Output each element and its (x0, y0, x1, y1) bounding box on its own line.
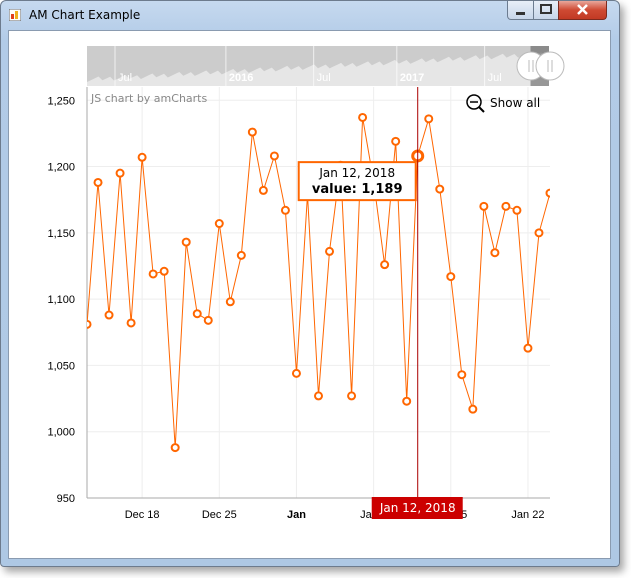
data-point[interactable] (159, 266, 169, 276)
minimize-button[interactable] (507, 1, 534, 20)
data-point[interactable] (192, 309, 202, 319)
data-point[interactable] (148, 269, 158, 279)
data-point[interactable] (258, 185, 268, 195)
data-point[interactable] (512, 205, 522, 215)
cursor-date-label: Jan 12, 2018 (371, 497, 463, 519)
data-point[interactable] (457, 370, 467, 380)
data-point[interactable] (126, 318, 136, 328)
scrollbar-label: 2016 (229, 72, 253, 84)
app-icon (9, 9, 21, 21)
data-point[interactable] (358, 112, 368, 122)
data-point[interactable] (181, 237, 191, 247)
y-tick-label: 1,100 (47, 294, 75, 306)
close-icon (577, 4, 588, 15)
chart-container: Jul 2016 Jul 2017 Jul 950 1,000 1,050 1,100 1,15… (8, 30, 611, 559)
show-all-label: Show all (490, 96, 540, 110)
data-point[interactable] (93, 177, 103, 187)
window-title: AM Chart Example (29, 8, 141, 22)
data-point[interactable] (534, 228, 544, 238)
data-point[interactable] (380, 260, 390, 270)
data-point[interactable] (424, 114, 434, 124)
x-tick-label: Jan 22 (511, 509, 544, 521)
title-bar[interactable]: AM Chart Example (1, 1, 619, 29)
data-point[interactable] (280, 205, 290, 215)
y-tick-label: 950 (57, 493, 75, 505)
data-point[interactable] (84, 319, 92, 329)
maximize-icon (540, 4, 552, 14)
y-tick-label: 1,050 (47, 360, 75, 372)
data-point[interactable] (225, 297, 235, 307)
data-point[interactable] (347, 391, 357, 401)
scrollbar-label: Jul (317, 72, 331, 84)
x-tick-label: Dec 25 (202, 509, 237, 521)
scrollbar-handle-right[interactable] (535, 51, 565, 81)
data-point[interactable] (247, 127, 257, 137)
data-point[interactable] (490, 248, 500, 258)
x-tick-label: Dec 18 (125, 509, 160, 521)
data-point[interactable] (468, 404, 478, 414)
data-point[interactable] (203, 315, 213, 325)
line-chart[interactable]: Jul 2016 Jul 2017 Jul 950 1,000 1,050 1,100 1,15… (9, 31, 610, 558)
data-point[interactable] (435, 184, 445, 194)
chart-credit[interactable]: JS chart by amCharts (90, 92, 207, 105)
data-point[interactable] (291, 368, 301, 378)
data-point[interactable] (104, 310, 114, 320)
y-tick-label: 1,150 (47, 228, 75, 240)
data-point[interactable] (523, 343, 533, 353)
data-point[interactable] (391, 136, 401, 146)
data-point[interactable] (269, 151, 279, 161)
data-point[interactable] (137, 152, 147, 162)
value-balloon: Jan 12, 2018 value: 1,189 (297, 161, 417, 202)
data-point[interactable] (501, 201, 511, 211)
chart-scrollbar[interactable]: Jul 2016 Jul 2017 Jul (87, 46, 565, 86)
close-button[interactable] (558, 1, 607, 20)
scrollbar-label: 2017 (400, 72, 424, 84)
y-tick-label: 1,250 (47, 95, 75, 107)
scrollbar-label: Jul (118, 72, 132, 84)
y-tick-label: 1,000 (47, 427, 75, 439)
scrollbar-label: Jul (488, 72, 502, 84)
y-tick-label: 1,200 (47, 162, 75, 174)
data-point[interactable] (115, 168, 125, 178)
data-point[interactable] (214, 219, 224, 229)
balloon-date: Jan 12, 2018 (318, 166, 395, 180)
data-point[interactable] (545, 188, 554, 198)
minimize-icon (516, 12, 525, 15)
balloon-value: value: 1,189 (312, 182, 403, 197)
x-tick-label: Jan (287, 509, 306, 521)
svg-text:Jan 12, 2018: Jan 12, 2018 (379, 501, 456, 515)
data-point[interactable] (479, 201, 489, 211)
data-point[interactable] (446, 272, 456, 282)
data-point[interactable] (314, 391, 323, 401)
show-all-button[interactable]: Show all (466, 94, 540, 113)
data-point[interactable] (236, 250, 246, 260)
maximize-button[interactable] (533, 1, 559, 20)
app-window: AM Chart Example Jul 2016 Jul 2017 Jul 9… (0, 0, 620, 567)
data-point[interactable] (402, 396, 412, 406)
data-point[interactable] (170, 443, 180, 453)
data-point[interactable] (325, 246, 335, 256)
